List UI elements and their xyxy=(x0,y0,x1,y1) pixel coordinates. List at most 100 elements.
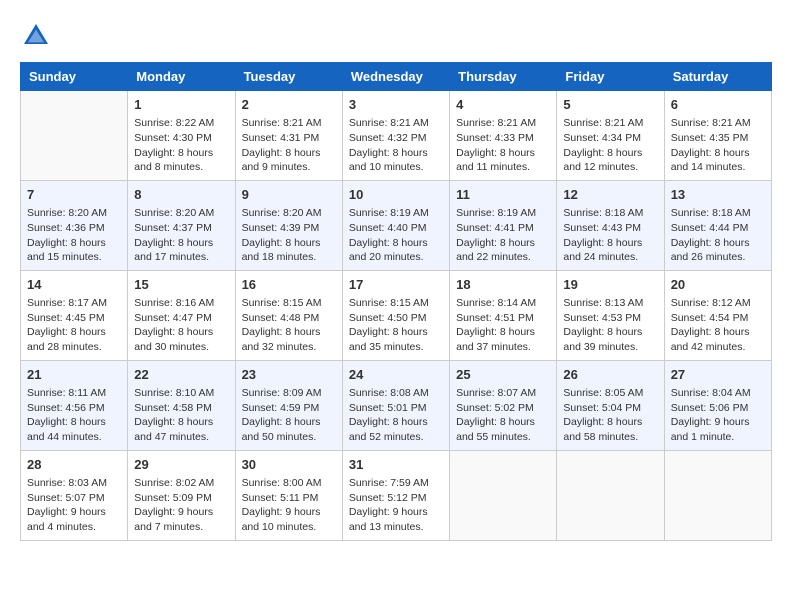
day-number: 5 xyxy=(563,96,657,114)
page-header xyxy=(20,20,772,52)
calendar-week-row: 14Sunrise: 8:17 AMSunset: 4:45 PMDayligh… xyxy=(21,270,772,360)
logo xyxy=(20,20,56,52)
day-info: Sunrise: 8:21 AM xyxy=(349,116,443,131)
sunset-info: Sunset: 4:39 PM xyxy=(242,221,336,236)
calendar-cell: 17Sunrise: 8:15 AMSunset: 4:50 PMDayligh… xyxy=(342,270,449,360)
calendar-cell xyxy=(664,450,771,540)
day-number: 9 xyxy=(242,186,336,204)
day-number: 23 xyxy=(242,366,336,384)
daylight-info: Daylight: 9 hours and 1 minute. xyxy=(671,415,765,444)
sunset-info: Sunset: 4:31 PM xyxy=(242,131,336,146)
sunset-info: Sunset: 4:58 PM xyxy=(134,401,228,416)
day-info: Sunrise: 8:02 AM xyxy=(134,476,228,491)
sunset-info: Sunset: 4:36 PM xyxy=(27,221,121,236)
sunset-info: Sunset: 4:54 PM xyxy=(671,311,765,326)
day-number: 26 xyxy=(563,366,657,384)
sunset-info: Sunset: 5:11 PM xyxy=(242,491,336,506)
calendar-header-row: SundayMondayTuesdayWednesdayThursdayFrid… xyxy=(21,63,772,91)
weekday-header-monday: Monday xyxy=(128,63,235,91)
daylight-info: Daylight: 8 hours and 58 minutes. xyxy=(563,415,657,444)
daylight-info: Daylight: 8 hours and 42 minutes. xyxy=(671,325,765,354)
calendar-cell xyxy=(557,450,664,540)
weekday-header-saturday: Saturday xyxy=(664,63,771,91)
daylight-info: Daylight: 8 hours and 30 minutes. xyxy=(134,325,228,354)
sunset-info: Sunset: 4:47 PM xyxy=(134,311,228,326)
calendar-cell xyxy=(21,91,128,181)
calendar-cell: 24Sunrise: 8:08 AMSunset: 5:01 PMDayligh… xyxy=(342,360,449,450)
day-info: Sunrise: 8:14 AM xyxy=(456,296,550,311)
day-info: Sunrise: 8:21 AM xyxy=(242,116,336,131)
daylight-info: Daylight: 8 hours and 44 minutes. xyxy=(27,415,121,444)
daylight-info: Daylight: 9 hours and 4 minutes. xyxy=(27,505,121,534)
calendar-cell: 11Sunrise: 8:19 AMSunset: 4:41 PMDayligh… xyxy=(450,180,557,270)
sunset-info: Sunset: 4:59 PM xyxy=(242,401,336,416)
daylight-info: Daylight: 8 hours and 28 minutes. xyxy=(27,325,121,354)
daylight-info: Daylight: 8 hours and 9 minutes. xyxy=(242,146,336,175)
calendar-week-row: 21Sunrise: 8:11 AMSunset: 4:56 PMDayligh… xyxy=(21,360,772,450)
calendar-cell: 13Sunrise: 8:18 AMSunset: 4:44 PMDayligh… xyxy=(664,180,771,270)
day-info: Sunrise: 8:18 AM xyxy=(563,206,657,221)
calendar-cell: 3Sunrise: 8:21 AMSunset: 4:32 PMDaylight… xyxy=(342,91,449,181)
day-info: Sunrise: 8:22 AM xyxy=(134,116,228,131)
day-number: 24 xyxy=(349,366,443,384)
calendar-cell: 30Sunrise: 8:00 AMSunset: 5:11 PMDayligh… xyxy=(235,450,342,540)
day-info: Sunrise: 8:03 AM xyxy=(27,476,121,491)
sunset-info: Sunset: 4:32 PM xyxy=(349,131,443,146)
day-number: 31 xyxy=(349,456,443,474)
day-number: 7 xyxy=(27,186,121,204)
calendar-cell: 31 Sunrise: 7:59 AMSunset: 5:12 PMDayligh… xyxy=(342,450,449,540)
daylight-info: Daylight: 8 hours and 39 minutes. xyxy=(563,325,657,354)
calendar-cell: 8Sunrise: 8:20 AMSunset: 4:37 PMDaylight… xyxy=(128,180,235,270)
calendar-week-row: 28Sunrise: 8:03 AMSunset: 5:07 PMDayligh… xyxy=(21,450,772,540)
sunset-info: Sunset: 5:12 PM xyxy=(349,491,443,506)
calendar-cell: 1Sunrise: 8:22 AMSunset: 4:30 PMDaylight… xyxy=(128,91,235,181)
calendar-cell: 5Sunrise: 8:21 AMSunset: 4:34 PMDaylight… xyxy=(557,91,664,181)
day-info: Sunrise: 8:20 AM xyxy=(27,206,121,221)
weekday-header-friday: Friday xyxy=(557,63,664,91)
calendar-cell: 12Sunrise: 8:18 AMSunset: 4:43 PMDayligh… xyxy=(557,180,664,270)
sunset-info: Sunset: 4:40 PM xyxy=(349,221,443,236)
daylight-info: Daylight: 8 hours and 20 minutes. xyxy=(349,236,443,265)
sunset-info: Sunset: 4:51 PM xyxy=(456,311,550,326)
day-info: Sunrise: 8:10 AM xyxy=(134,386,228,401)
daylight-info: Daylight: 8 hours and 24 minutes. xyxy=(563,236,657,265)
daylight-info: Daylight: 8 hours and 37 minutes. xyxy=(456,325,550,354)
calendar-cell: 21 Sunrise: 8:11 AMSunset: 4:56 PMDayligh… xyxy=(21,360,128,450)
day-number: 18 xyxy=(456,276,550,294)
calendar-cell: 16Sunrise: 8:15 AMSunset: 4:48 PMDayligh… xyxy=(235,270,342,360)
daylight-info: Daylight: 8 hours and 47 minutes. xyxy=(134,415,228,444)
sunset-info: Sunset: 4:30 PM xyxy=(134,131,228,146)
daylight-info: Daylight: 8 hours and 22 minutes. xyxy=(456,236,550,265)
day-info: Sunrise: 8:21 AM xyxy=(563,116,657,131)
day-info: Sunrise: 8:04 AM xyxy=(671,386,765,401)
day-info: Sunrise: 8:15 AM xyxy=(349,296,443,311)
daylight-info: Daylight: 8 hours and 17 minutes. xyxy=(134,236,228,265)
sunset-info: Sunset: 4:41 PM xyxy=(456,221,550,236)
day-number: 21 xyxy=(27,366,121,384)
sunset-info: Sunset: 4:44 PM xyxy=(671,221,765,236)
calendar-week-row: 1 Sunrise: 8:22 AMSunset: 4:30 PM Daylight… xyxy=(21,91,772,181)
daylight-info: Daylight: 8 hours and 26 minutes. xyxy=(671,236,765,265)
sunset-info: Sunset: 4:45 PM xyxy=(27,311,121,326)
day-number: 13 xyxy=(671,186,765,204)
day-info: Sunrise: 8:11 AM xyxy=(27,386,121,401)
sunset-info: Sunset: 4:33 PM xyxy=(456,131,550,146)
day-number: 14 xyxy=(27,276,121,294)
day-number: 3 xyxy=(349,96,443,114)
sunset-info: Sunset: 4:56 PM xyxy=(27,401,121,416)
daylight-info: Daylight: 8 hours and 35 minutes. xyxy=(349,325,443,354)
sunset-info: Sunset: 5:07 PM xyxy=(27,491,121,506)
daylight-info: Daylight: 9 hours and 13 minutes. xyxy=(349,505,443,534)
sunset-info: Sunset: 5:01 PM xyxy=(349,401,443,416)
day-number: 29 xyxy=(134,456,228,474)
day-info: Sunrise: 8:00 AM xyxy=(242,476,336,491)
sunset-info: Sunset: 5:02 PM xyxy=(456,401,550,416)
calendar-cell: 25Sunrise: 8:07 AMSunset: 5:02 PMDayligh… xyxy=(450,360,557,450)
day-number: 1 xyxy=(134,96,228,114)
day-number: 11 xyxy=(456,186,550,204)
day-info: Sunrise: 7:59 AM xyxy=(349,476,443,491)
weekday-header-tuesday: Tuesday xyxy=(235,63,342,91)
calendar-cell: 29Sunrise: 8:02 AMSunset: 5:09 PMDayligh… xyxy=(128,450,235,540)
day-info: Sunrise: 8:16 AM xyxy=(134,296,228,311)
daylight-info: Daylight: 9 hours and 10 minutes. xyxy=(242,505,336,534)
